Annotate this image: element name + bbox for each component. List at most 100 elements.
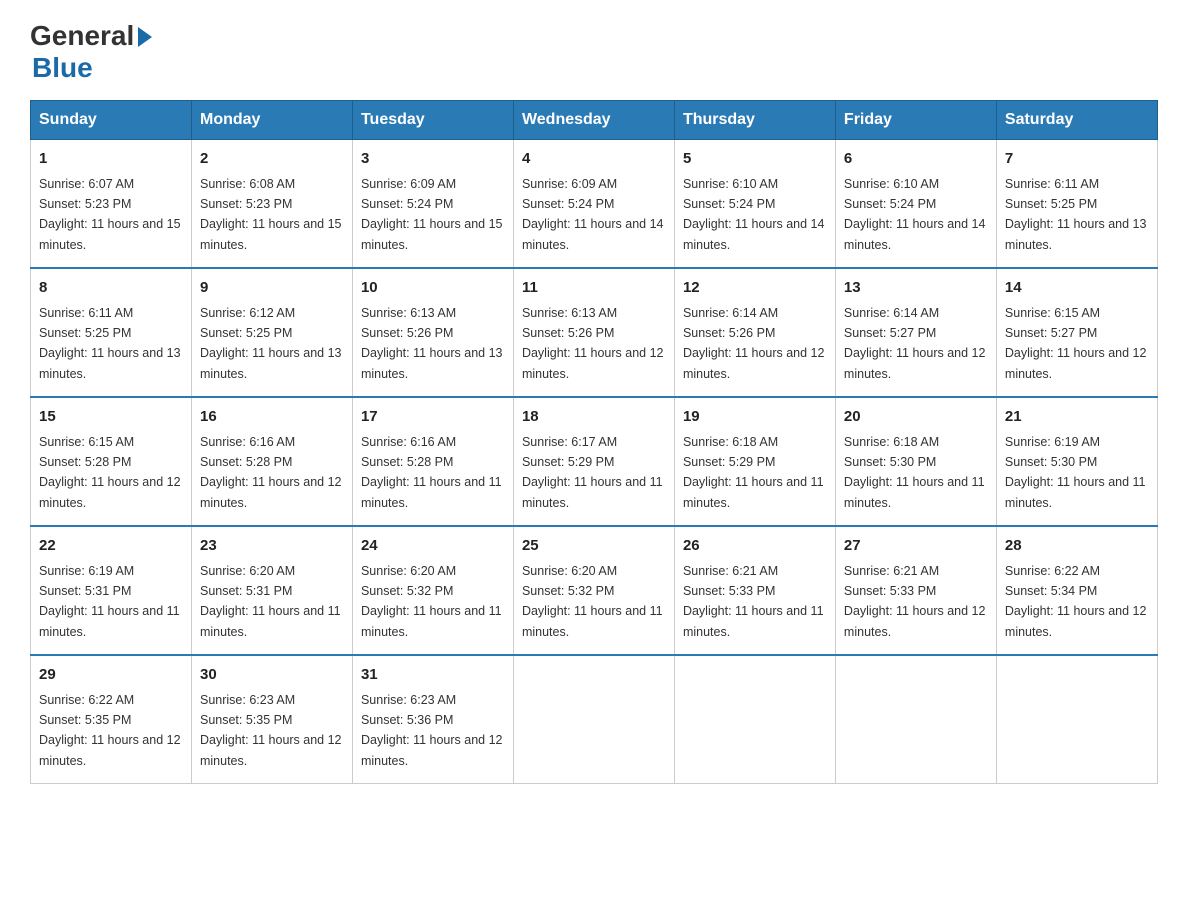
day-number: 3 xyxy=(361,148,505,171)
day-info: Sunrise: 6:17 AMSunset: 5:29 PMDaylight:… xyxy=(522,435,663,510)
calendar-day-cell: 21Sunrise: 6:19 AMSunset: 5:30 PMDayligh… xyxy=(996,397,1157,526)
day-number: 22 xyxy=(39,535,183,558)
calendar-day-cell: 22 Sunrise: 6:19 AMSunset: 5:31 PMDayligh… xyxy=(31,526,192,655)
day-info: Sunrise: 6:19 AMSunset: 5:31 PMDaylight:… xyxy=(39,564,180,639)
calendar-day-cell: 1 Sunrise: 6:07 AMSunset: 5:23 PMDaylight… xyxy=(31,140,192,269)
calendar-week-row: 1 Sunrise: 6:07 AMSunset: 5:23 PMDaylight… xyxy=(31,140,1158,269)
calendar-day-cell: 29 Sunrise: 6:22 AMSunset: 5:35 PMDayligh… xyxy=(31,655,192,784)
day-info: Sunrise: 6:22 AMSunset: 5:34 PMDaylight:… xyxy=(1005,564,1147,639)
day-info: Sunrise: 6:14 AMSunset: 5:27 PMDaylight:… xyxy=(844,306,986,381)
calendar-day-cell: 12 Sunrise: 6:14 AMSunset: 5:26 PMDayligh… xyxy=(674,268,835,397)
calendar-day-cell xyxy=(996,655,1157,784)
day-number: 10 xyxy=(361,277,505,300)
day-number: 16 xyxy=(200,406,344,429)
day-number: 1 xyxy=(39,148,183,171)
calendar-day-cell: 31 Sunrise: 6:23 AMSunset: 5:36 PMDayligh… xyxy=(352,655,513,784)
day-info: Sunrise: 6:21 AMSunset: 5:33 PMDaylight:… xyxy=(844,564,986,639)
day-number: 15 xyxy=(39,406,183,429)
day-number: 18 xyxy=(522,406,666,429)
calendar-day-cell: 8 Sunrise: 6:11 AMSunset: 5:25 PMDaylight… xyxy=(31,268,192,397)
calendar-day-cell: 30Sunrise: 6:23 AMSunset: 5:35 PMDayligh… xyxy=(191,655,352,784)
day-number: 20 xyxy=(844,406,988,429)
logo-blue-text: Blue xyxy=(32,52,93,84)
calendar-day-header: Thursday xyxy=(674,101,835,140)
day-number: 21 xyxy=(1005,406,1149,429)
calendar-week-row: 8 Sunrise: 6:11 AMSunset: 5:25 PMDaylight… xyxy=(31,268,1158,397)
calendar-day-cell: 19 Sunrise: 6:18 AMSunset: 5:29 PMDayligh… xyxy=(674,397,835,526)
calendar-day-header: Tuesday xyxy=(352,101,513,140)
calendar-day-cell: 10 Sunrise: 6:13 AMSunset: 5:26 PMDayligh… xyxy=(352,268,513,397)
calendar-day-cell: 16 Sunrise: 6:16 AMSunset: 5:28 PMDayligh… xyxy=(191,397,352,526)
day-number: 29 xyxy=(39,664,183,687)
calendar-header-row: SundayMondayTuesdayWednesdayThursdayFrid… xyxy=(31,101,1158,140)
day-number: 14 xyxy=(1005,277,1149,300)
day-info: Sunrise: 6:18 AMSunset: 5:30 PMDaylight:… xyxy=(844,435,985,510)
calendar-day-cell: 23 Sunrise: 6:20 AMSunset: 5:31 PMDayligh… xyxy=(191,526,352,655)
day-info: Sunrise: 6:11 AMSunset: 5:25 PMDaylight:… xyxy=(39,306,181,381)
calendar-day-cell xyxy=(513,655,674,784)
calendar-day-cell: 6 Sunrise: 6:10 AMSunset: 5:24 PMDaylight… xyxy=(835,140,996,269)
calendar-day-cell: 28 Sunrise: 6:22 AMSunset: 5:34 PMDayligh… xyxy=(996,526,1157,655)
calendar-day-cell: 7Sunrise: 6:11 AMSunset: 5:25 PMDaylight… xyxy=(996,140,1157,269)
day-number: 23 xyxy=(200,535,344,558)
day-info: Sunrise: 6:18 AMSunset: 5:29 PMDaylight:… xyxy=(683,435,824,510)
calendar-day-header: Monday xyxy=(191,101,352,140)
day-number: 8 xyxy=(39,277,183,300)
day-number: 6 xyxy=(844,148,988,171)
calendar-day-cell: 26Sunrise: 6:21 AMSunset: 5:33 PMDayligh… xyxy=(674,526,835,655)
day-number: 12 xyxy=(683,277,827,300)
calendar-day-header: Saturday xyxy=(996,101,1157,140)
logo-general-text: General xyxy=(30,20,134,52)
day-info: Sunrise: 6:20 AMSunset: 5:32 PMDaylight:… xyxy=(522,564,663,639)
calendar-week-row: 22 Sunrise: 6:19 AMSunset: 5:31 PMDayligh… xyxy=(31,526,1158,655)
day-info: Sunrise: 6:12 AMSunset: 5:25 PMDaylight:… xyxy=(200,306,342,381)
day-info: Sunrise: 6:13 AMSunset: 5:26 PMDaylight:… xyxy=(522,306,664,381)
day-info: Sunrise: 6:20 AMSunset: 5:32 PMDaylight:… xyxy=(361,564,502,639)
logo-arrow-icon xyxy=(138,27,152,47)
day-info: Sunrise: 6:23 AMSunset: 5:36 PMDaylight:… xyxy=(361,693,503,768)
day-info: Sunrise: 6:10 AMSunset: 5:24 PMDaylight:… xyxy=(844,177,986,252)
page-header: General Blue xyxy=(30,20,1158,84)
day-number: 31 xyxy=(361,664,505,687)
day-number: 13 xyxy=(844,277,988,300)
day-info: Sunrise: 6:16 AMSunset: 5:28 PMDaylight:… xyxy=(200,435,342,510)
day-info: Sunrise: 6:15 AMSunset: 5:28 PMDaylight:… xyxy=(39,435,181,510)
day-info: Sunrise: 6:09 AMSunset: 5:24 PMDaylight:… xyxy=(361,177,503,252)
day-info: Sunrise: 6:13 AMSunset: 5:26 PMDaylight:… xyxy=(361,306,503,381)
day-number: 7 xyxy=(1005,148,1149,171)
day-number: 27 xyxy=(844,535,988,558)
calendar-day-cell: 20 Sunrise: 6:18 AMSunset: 5:30 PMDayligh… xyxy=(835,397,996,526)
calendar-day-header: Wednesday xyxy=(513,101,674,140)
day-number: 5 xyxy=(683,148,827,171)
day-info: Sunrise: 6:23 AMSunset: 5:35 PMDaylight:… xyxy=(200,693,342,768)
day-number: 4 xyxy=(522,148,666,171)
day-number: 2 xyxy=(200,148,344,171)
day-number: 9 xyxy=(200,277,344,300)
calendar-day-cell: 11Sunrise: 6:13 AMSunset: 5:26 PMDayligh… xyxy=(513,268,674,397)
calendar-week-row: 15 Sunrise: 6:15 AMSunset: 5:28 PMDayligh… xyxy=(31,397,1158,526)
calendar-day-cell: 2Sunrise: 6:08 AMSunset: 5:23 PMDaylight… xyxy=(191,140,352,269)
calendar-day-cell: 24 Sunrise: 6:20 AMSunset: 5:32 PMDayligh… xyxy=(352,526,513,655)
calendar-day-cell: 15 Sunrise: 6:15 AMSunset: 5:28 PMDayligh… xyxy=(31,397,192,526)
logo-general: General xyxy=(30,20,152,52)
day-number: 28 xyxy=(1005,535,1149,558)
calendar-day-cell: 9 Sunrise: 6:12 AMSunset: 5:25 PMDaylight… xyxy=(191,268,352,397)
day-info: Sunrise: 6:09 AMSunset: 5:24 PMDaylight:… xyxy=(522,177,664,252)
calendar-table: SundayMondayTuesdayWednesdayThursdayFrid… xyxy=(30,100,1158,784)
day-number: 19 xyxy=(683,406,827,429)
day-info: Sunrise: 6:20 AMSunset: 5:31 PMDaylight:… xyxy=(200,564,341,639)
calendar-day-cell xyxy=(674,655,835,784)
calendar-day-cell xyxy=(835,655,996,784)
day-info: Sunrise: 6:14 AMSunset: 5:26 PMDaylight:… xyxy=(683,306,825,381)
day-info: Sunrise: 6:22 AMSunset: 5:35 PMDaylight:… xyxy=(39,693,181,768)
calendar-week-row: 29 Sunrise: 6:22 AMSunset: 5:35 PMDayligh… xyxy=(31,655,1158,784)
calendar-day-cell: 5Sunrise: 6:10 AMSunset: 5:24 PMDaylight… xyxy=(674,140,835,269)
calendar-day-cell: 17Sunrise: 6:16 AMSunset: 5:28 PMDayligh… xyxy=(352,397,513,526)
calendar-day-cell: 27 Sunrise: 6:21 AMSunset: 5:33 PMDayligh… xyxy=(835,526,996,655)
day-number: 24 xyxy=(361,535,505,558)
calendar-day-header: Friday xyxy=(835,101,996,140)
day-number: 25 xyxy=(522,535,666,558)
calendar-day-cell: 14Sunrise: 6:15 AMSunset: 5:27 PMDayligh… xyxy=(996,268,1157,397)
calendar-day-cell: 25 Sunrise: 6:20 AMSunset: 5:32 PMDayligh… xyxy=(513,526,674,655)
day-info: Sunrise: 6:07 AMSunset: 5:23 PMDaylight:… xyxy=(39,177,181,252)
